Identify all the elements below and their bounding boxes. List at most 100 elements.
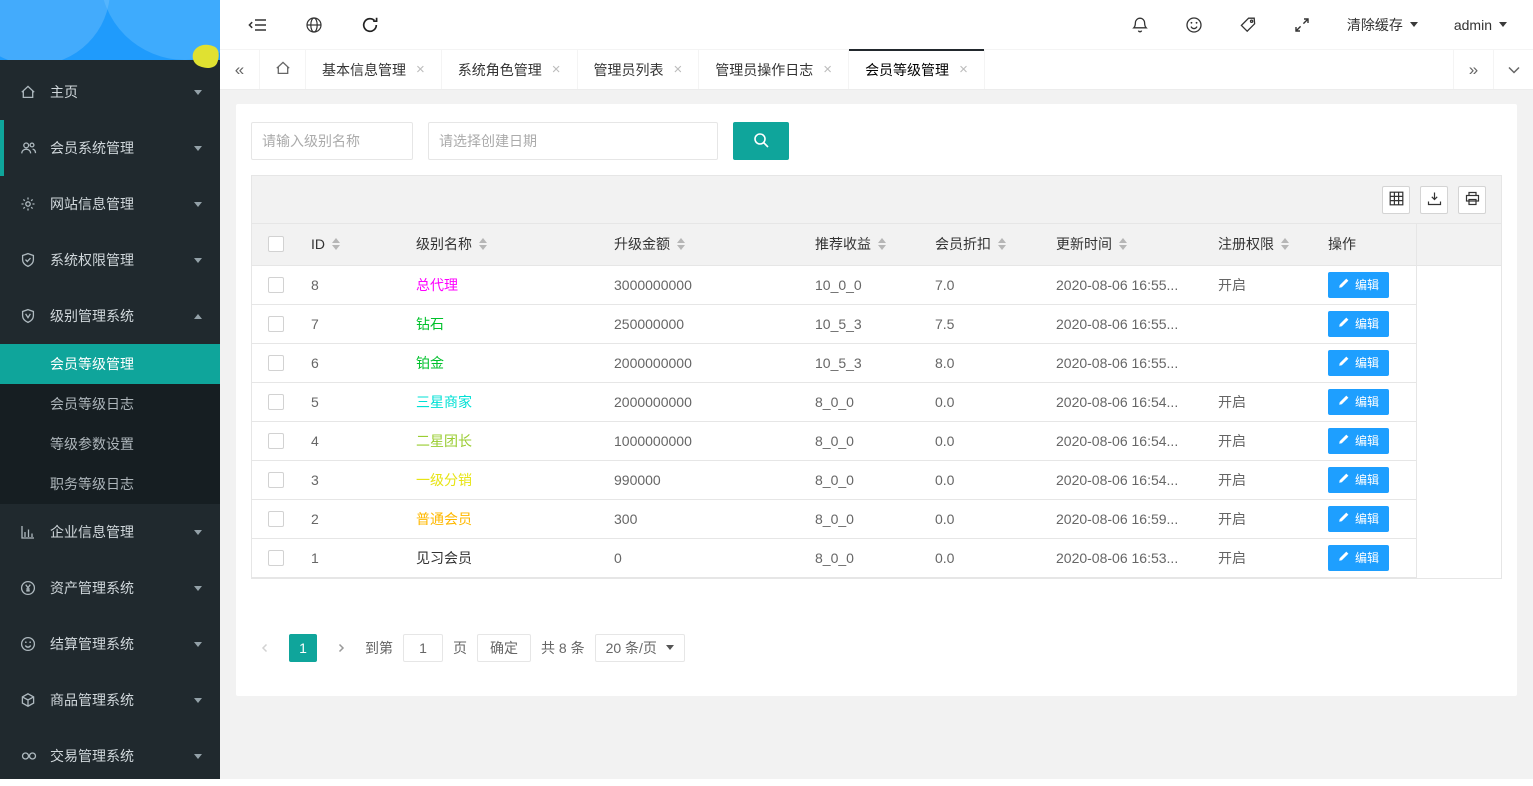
admin-dropdown[interactable]: admin: [1454, 17, 1507, 33]
cell-level-name: 一级分销: [404, 460, 602, 499]
edit-button[interactable]: 编辑: [1328, 428, 1389, 454]
tabs-menu-button[interactable]: [1493, 50, 1533, 89]
create-date-input[interactable]: [428, 122, 718, 160]
sidebar-item-member-system[interactable]: 会员系统管理: [0, 120, 220, 176]
cell-register-permission: 开启: [1206, 421, 1316, 460]
fullscreen-icon[interactable]: [1293, 16, 1311, 34]
cell-referral-income: 8_0_0: [803, 460, 923, 499]
row-checkbox[interactable]: [268, 433, 284, 449]
cell-filler: [1416, 538, 1501, 577]
sort-icon[interactable]: [998, 238, 1006, 250]
sidebar-item-enterprise-info[interactable]: 企业信息管理: [0, 504, 220, 560]
row-checkbox[interactable]: [268, 550, 284, 566]
submenu-item-duty-level-log[interactable]: 职务等级日志: [0, 464, 220, 504]
edit-button[interactable]: 编辑: [1328, 506, 1389, 532]
edit-button[interactable]: 编辑: [1328, 389, 1389, 415]
print-button[interactable]: [1458, 186, 1486, 214]
close-icon[interactable]: ×: [416, 62, 425, 77]
select-all-checkbox[interactable]: [268, 236, 284, 252]
menu-fold-icon[interactable]: [248, 17, 267, 33]
row-checkbox[interactable]: [268, 394, 284, 410]
table-row: 1 见习会员 0 8_0_0 0.0 2020-08-06 16:53... 开…: [252, 538, 1501, 577]
row-checkbox[interactable]: [268, 472, 284, 488]
cell-operation: 编辑: [1316, 421, 1416, 460]
submenu-item-member-level-manage[interactable]: 会员等级管理: [0, 344, 220, 384]
cell-filler: [1416, 460, 1501, 499]
close-icon[interactable]: ×: [674, 62, 683, 77]
sidebar-item-settlement-manage[interactable]: 结算管理系统: [0, 616, 220, 672]
level-name-input[interactable]: [251, 122, 413, 160]
sidebar-item-home[interactable]: 主页: [0, 64, 220, 120]
close-icon[interactable]: ×: [552, 62, 561, 77]
cell-filler: [1416, 343, 1501, 382]
next-page-button[interactable]: [327, 634, 355, 662]
cell-id: 8: [299, 265, 404, 304]
edit-button[interactable]: 编辑: [1328, 272, 1389, 298]
pencil-icon: [1338, 550, 1350, 565]
sort-icon[interactable]: [332, 238, 340, 250]
prev-page-button[interactable]: [251, 634, 279, 662]
sidebar-item-trade-manage[interactable]: 交易管理系统: [0, 728, 220, 784]
goto-page-input[interactable]: [403, 634, 443, 662]
home-icon: [275, 60, 291, 79]
sidebar-item-asset-manage[interactable]: 资产管理系统: [0, 560, 220, 616]
header-update-time: 更新时间: [1044, 224, 1206, 265]
edit-button[interactable]: 编辑: [1328, 545, 1389, 571]
sidebar-item-site-info[interactable]: 网站信息管理: [0, 176, 220, 232]
tab-basic-info[interactable]: 基本信息管理 ×: [306, 50, 442, 89]
tab-member-level-manage[interactable]: 会员等级管理 ×: [849, 50, 985, 89]
submenu-item-member-level-log[interactable]: 会员等级日志: [0, 384, 220, 424]
submenu-item-level-param-setting[interactable]: 等级参数设置: [0, 424, 220, 464]
export-button[interactable]: [1420, 186, 1448, 214]
current-page[interactable]: 1: [289, 634, 317, 662]
close-icon[interactable]: ×: [959, 62, 968, 77]
tab-admin-list[interactable]: 管理员列表 ×: [578, 50, 700, 89]
cell-register-permission: 开启: [1206, 460, 1316, 499]
tab-label: 系统角色管理: [458, 60, 542, 80]
row-checkbox[interactable]: [268, 316, 284, 332]
sort-icon[interactable]: [479, 238, 487, 250]
table-row: 2 普通会员 300 8_0_0 0.0 2020-08-06 16:59...…: [252, 499, 1501, 538]
tab-admin-op-log[interactable]: 管理员操作日志 ×: [699, 50, 849, 89]
header-operation: 操作: [1316, 224, 1416, 265]
sidebar-item-label: 交易管理系统: [50, 746, 134, 766]
edit-button[interactable]: 编辑: [1328, 350, 1389, 376]
cell-register-permission: [1206, 343, 1316, 382]
table-container: ID 级别名称 升级金额 推荐收益 会员折扣 更新时间 注册权限 操作 8: [251, 175, 1502, 579]
refresh-icon[interactable]: [361, 16, 379, 34]
header-member-discount: 会员折扣: [923, 224, 1044, 265]
clear-cache-dropdown[interactable]: 清除缓存: [1347, 15, 1418, 35]
bell-icon[interactable]: [1131, 16, 1149, 34]
columns-button[interactable]: [1382, 186, 1410, 214]
tab-home[interactable]: [260, 50, 306, 89]
level-icon: [20, 308, 40, 324]
level-name-text: 总代理: [416, 277, 458, 293]
edit-button[interactable]: 编辑: [1328, 311, 1389, 337]
globe-icon[interactable]: [305, 16, 323, 34]
edit-button[interactable]: 编辑: [1328, 467, 1389, 493]
page-size-select[interactable]: 20 条/页: [595, 634, 685, 662]
topbar-left: [220, 16, 379, 34]
search-button[interactable]: [733, 122, 789, 160]
row-checkbox[interactable]: [268, 277, 284, 293]
enterprise-icon: [20, 524, 40, 540]
sidebar-item-permission[interactable]: 系统权限管理: [0, 232, 220, 288]
tabs-scroll-left-button[interactable]: «: [220, 50, 260, 89]
face-icon[interactable]: [1185, 16, 1203, 34]
tag-icon[interactable]: [1239, 16, 1257, 34]
sort-icon[interactable]: [1281, 238, 1289, 250]
cell-checkbox: [252, 538, 299, 577]
sort-icon[interactable]: [1119, 238, 1127, 250]
tabs-scroll-right-button[interactable]: »: [1453, 50, 1493, 89]
confirm-page-button[interactable]: 确定: [477, 634, 531, 662]
close-icon[interactable]: ×: [823, 62, 832, 77]
row-checkbox[interactable]: [268, 355, 284, 371]
row-checkbox[interactable]: [268, 511, 284, 527]
cell-checkbox: [252, 304, 299, 343]
sidebar-item-goods-manage[interactable]: 商品管理系统: [0, 672, 220, 728]
sort-icon[interactable]: [878, 238, 886, 250]
tab-system-role[interactable]: 系统角色管理 ×: [442, 50, 578, 89]
sidebar-item-level-system[interactable]: 级别管理系统: [0, 288, 220, 344]
export-icon: [1427, 191, 1442, 209]
sort-icon[interactable]: [677, 238, 685, 250]
